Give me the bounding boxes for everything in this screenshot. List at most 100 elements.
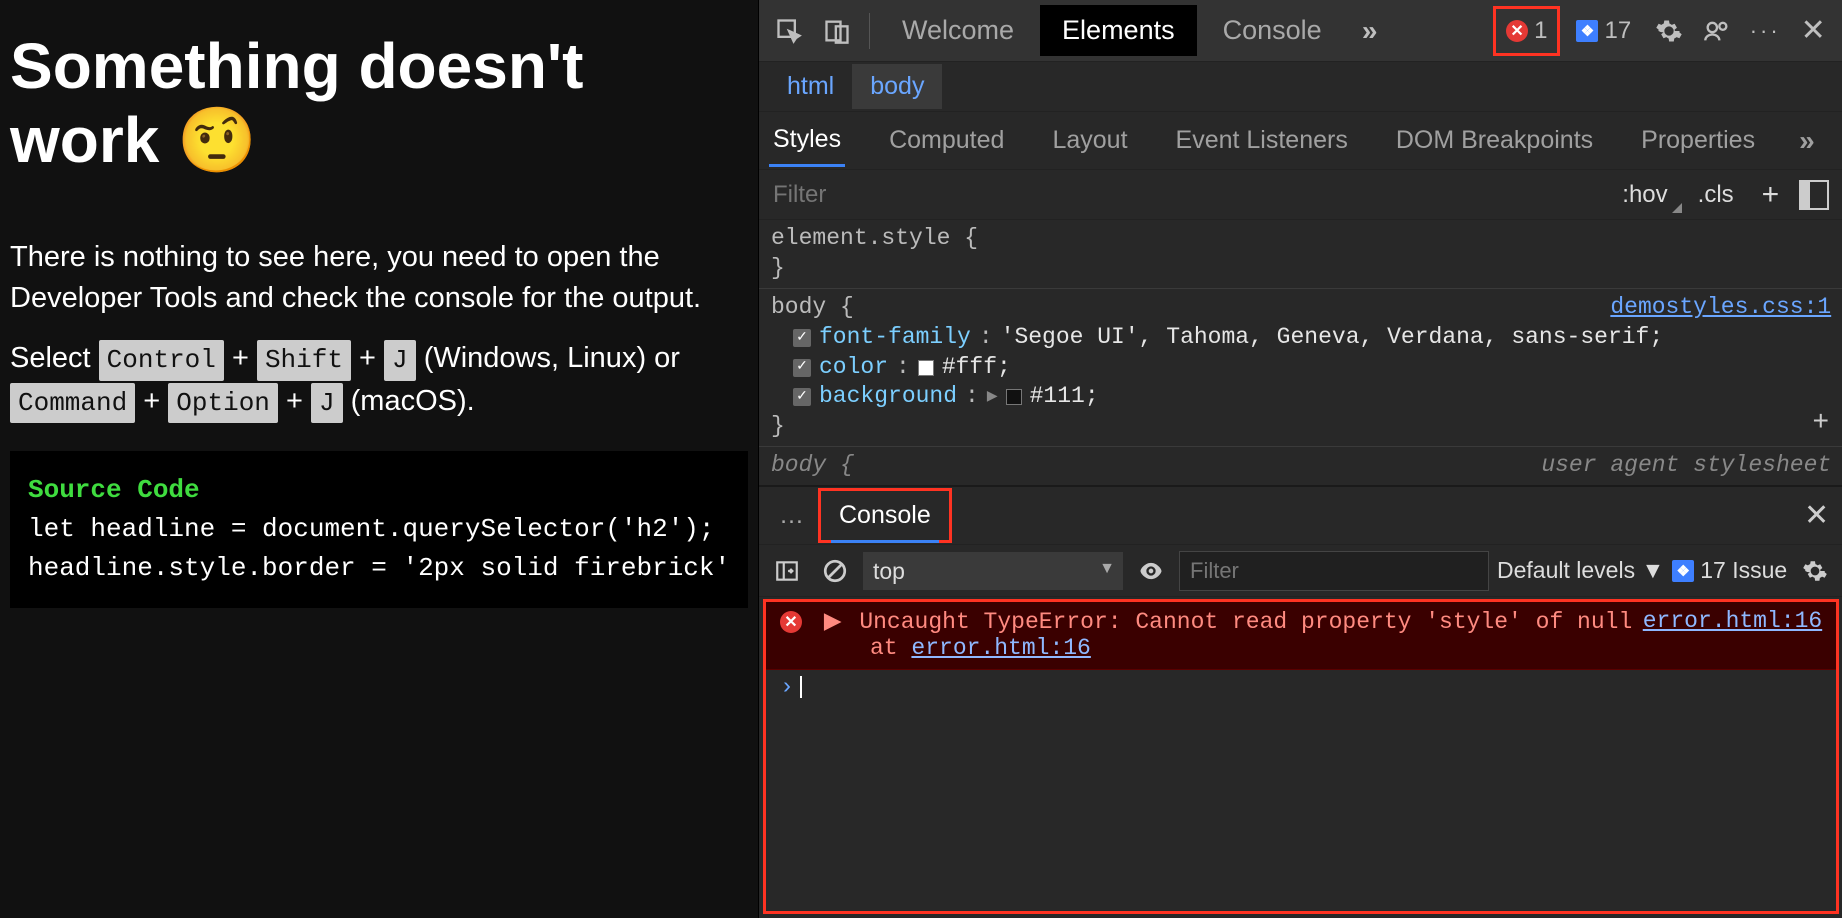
issues-badge[interactable]: ❖ 17 xyxy=(1564,13,1643,49)
more-icon[interactable]: ··· xyxy=(1743,9,1787,53)
color-swatch-icon[interactable] xyxy=(1006,389,1022,405)
new-style-rule-button[interactable]: + xyxy=(1748,178,1794,212)
prompt-symbol: › xyxy=(780,674,794,700)
drawer-tab-console[interactable]: Console xyxy=(818,488,952,543)
context-select-wrap: top xyxy=(863,552,1123,590)
subtab-properties[interactable]: Properties xyxy=(1637,116,1759,165)
checkbox-icon[interactable]: ✓ xyxy=(793,359,811,377)
crumb-body[interactable]: body xyxy=(852,64,942,109)
issues-button[interactable]: ❖ 17 Issue xyxy=(1672,557,1787,584)
tab-console[interactable]: Console xyxy=(1201,5,1344,56)
divider xyxy=(869,13,870,49)
log-levels-select[interactable]: Default levels ▼ xyxy=(1497,557,1664,584)
kbd-j: J xyxy=(384,340,416,380)
checkbox-icon[interactable]: ✓ xyxy=(793,388,811,406)
code-line-1: let headline = document.querySelector('h… xyxy=(28,510,730,549)
kbd-option: Option xyxy=(168,383,278,423)
console-sidebar-toggle-icon[interactable] xyxy=(767,551,807,591)
subtab-event-listeners[interactable]: Event Listeners xyxy=(1172,116,1352,165)
kbd-j-2: J xyxy=(311,383,343,423)
text: (macOS). xyxy=(343,385,475,417)
console-filter-input[interactable] xyxy=(1179,551,1489,591)
rule-body[interactable]: demostyles.css:1 body { ✓ font-family: '… xyxy=(759,289,1842,447)
color-swatch-icon[interactable] xyxy=(918,360,934,376)
tab-welcome[interactable]: Welcome xyxy=(880,5,1036,56)
error-icon: ✕ xyxy=(1506,20,1528,42)
subtab-dom-breakpoints[interactable]: DOM Breakpoints xyxy=(1392,116,1597,165)
page-paragraph-1: There is nothing to see here, you need t… xyxy=(10,237,748,318)
kbd-shift: Shift xyxy=(257,340,351,380)
crumb-html[interactable]: html xyxy=(769,64,852,109)
text: + xyxy=(278,385,311,417)
rule-element-style[interactable]: element.style { } xyxy=(759,220,1842,289)
console-error-message[interactable]: ✕ ▶ Uncaught TypeError: Cannot read prop… xyxy=(766,602,1836,670)
declaration-font-family[interactable]: ✓ font-family: 'Segoe UI', Tahoma, Genev… xyxy=(771,323,1831,353)
subtabs-overflow-icon[interactable]: » xyxy=(1799,125,1815,157)
text: Select xyxy=(10,342,99,374)
text: at xyxy=(870,635,911,661)
expand-icon[interactable]: ▶ xyxy=(824,609,842,635)
brace-close: } xyxy=(771,254,1831,284)
styles-filter-input[interactable] xyxy=(759,181,1608,209)
console-settings-icon[interactable] xyxy=(1795,551,1835,591)
errors-badge[interactable]: ✕ 1 xyxy=(1493,6,1560,56)
error-location-link[interactable]: error.html:16 xyxy=(1643,608,1822,634)
styles-filter-bar: :hov .cls + xyxy=(759,170,1842,220)
text: + xyxy=(351,342,384,374)
console-output[interactable]: ✕ ▶ Uncaught TypeError: Cannot read prop… xyxy=(763,599,1839,914)
clear-console-icon[interactable] xyxy=(815,551,855,591)
text: + xyxy=(224,342,257,374)
subtab-layout[interactable]: Layout xyxy=(1048,116,1131,165)
subtab-computed[interactable]: Computed xyxy=(885,116,1008,165)
declaration-background[interactable]: ✓ background: ▶ #111; xyxy=(771,382,1831,412)
code-block: Source Code let headline = document.quer… xyxy=(10,451,748,608)
console-prompt[interactable]: › xyxy=(766,670,1836,704)
val: 'Segoe UI', Tahoma, Geneva, Verdana, san… xyxy=(1001,323,1664,353)
settings-icon[interactable] xyxy=(1647,9,1691,53)
hov-button[interactable]: :hov xyxy=(1608,181,1683,209)
declaration-color[interactable]: ✓ color: #fff; xyxy=(771,353,1831,383)
cursor-icon xyxy=(800,676,802,698)
context-select[interactable]: top xyxy=(863,552,1123,590)
tab-elements[interactable]: Elements xyxy=(1040,5,1197,56)
stack-link[interactable]: error.html:16 xyxy=(911,635,1090,661)
issues-count-top: 17 xyxy=(1604,17,1631,45)
inspect-element-icon[interactable] xyxy=(767,9,811,53)
selector: element.style { xyxy=(771,224,1831,254)
error-stack-line: at error.html:16 xyxy=(780,635,1822,661)
feedback-icon[interactable] xyxy=(1695,9,1739,53)
drawer-more-icon[interactable]: … xyxy=(767,501,816,530)
val: #fff; xyxy=(942,353,1011,383)
text: + xyxy=(135,385,168,417)
expand-arrow-icon[interactable]: ▶ xyxy=(987,388,998,406)
live-expression-icon[interactable] xyxy=(1131,551,1171,591)
tabs-overflow-icon[interactable]: » xyxy=(1348,9,1392,53)
val: #111; xyxy=(1030,382,1099,412)
elements-breadcrumb: html body xyxy=(759,62,1842,112)
cls-button[interactable]: .cls xyxy=(1684,181,1748,209)
page-heading: Something doesn't work 🤨 xyxy=(10,30,748,177)
issue-icon: ❖ xyxy=(1576,20,1598,42)
add-declaration-button[interactable]: + xyxy=(1812,406,1829,442)
code-title: Source Code xyxy=(28,471,730,510)
errors-count: 1 xyxy=(1534,17,1547,45)
rule-ua-body[interactable]: user agent stylesheet body { xyxy=(759,447,1842,485)
devtools-panel: Welcome Elements Console » ✕ 1 ❖ 17 ··· … xyxy=(758,0,1842,918)
toggle-sidebar-icon[interactable] xyxy=(1799,180,1829,210)
subtab-styles[interactable]: Styles xyxy=(769,115,845,167)
prop: font-family xyxy=(819,323,971,353)
page-content: Something doesn't work 🤨 There is nothin… xyxy=(0,0,758,918)
prop: color xyxy=(819,353,888,383)
console-toolbar: top Default levels ▼ ❖ 17 Issue xyxy=(759,545,1842,597)
stylesheet-link[interactable]: demostyles.css:1 xyxy=(1610,293,1831,323)
page-paragraph-shortcuts: Select Control + Shift + J (Windows, Lin… xyxy=(10,338,748,423)
kbd-command: Command xyxy=(10,383,135,423)
drawer-tabbar: … Console ✕ xyxy=(759,487,1842,545)
close-devtools-icon[interactable]: ✕ xyxy=(1791,9,1835,53)
devtools-toolbar: Welcome Elements Console » ✕ 1 ❖ 17 ··· … xyxy=(759,0,1842,62)
checkbox-icon[interactable]: ✓ xyxy=(793,329,811,347)
close-drawer-icon[interactable]: ✕ xyxy=(1798,498,1835,533)
error-text: Uncaught TypeError: Cannot read property… xyxy=(859,609,1632,635)
styles-pane: element.style { } demostyles.css:1 body … xyxy=(759,220,1842,485)
device-toggle-icon[interactable] xyxy=(815,9,859,53)
